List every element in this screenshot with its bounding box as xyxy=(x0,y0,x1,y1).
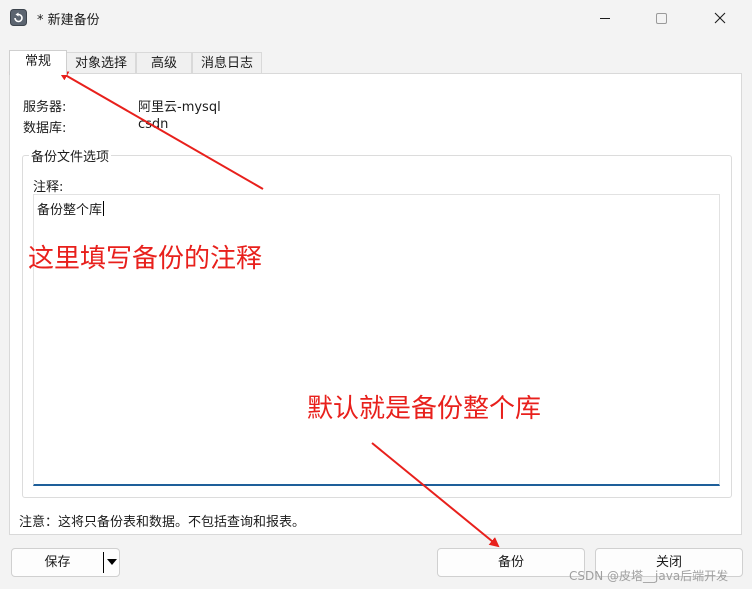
close-icon xyxy=(714,12,726,24)
close-window-button[interactable] xyxy=(697,0,743,36)
minimize-button[interactable] xyxy=(582,0,628,36)
tab-bar: 常规 对象选择 高级 消息日志 xyxy=(0,50,752,75)
save-button[interactable]: 保存 xyxy=(11,548,120,577)
comment-text: 备份整个库 xyxy=(37,201,105,218)
database-label: 数据库: xyxy=(23,121,67,136)
split-divider xyxy=(103,552,104,573)
comment-label: 注释: xyxy=(33,180,64,195)
maximize-button[interactable] xyxy=(638,0,684,36)
window-title: * 新建备份 xyxy=(37,13,100,28)
server-value: 阿里云-mysql xyxy=(138,100,221,115)
database-value: csdn xyxy=(138,117,169,132)
save-button-label: 保存 xyxy=(44,555,71,570)
text-caret xyxy=(103,201,105,216)
server-label: 服务器: xyxy=(23,100,67,115)
default-hint-annotation: 默认就是备份整个库 xyxy=(307,394,542,424)
dropdown-arrow-icon[interactable] xyxy=(107,559,117,565)
watermark: CSDN @皮塔__java后端开发 xyxy=(569,569,729,583)
new-backup-window: * 新建备份 常规 对象选择 高级 消息日志 服务器: 阿里云-mysql 数据… xyxy=(0,0,752,589)
backup-app-icon xyxy=(10,9,27,26)
backup-button[interactable]: 备份 xyxy=(437,548,585,577)
tab-message-log[interactable]: 消息日志 xyxy=(192,52,262,74)
comment-hint-annotation: 这里填写备份的注释 xyxy=(28,244,263,274)
backup-file-options-title: 备份文件选项 xyxy=(29,146,112,165)
tab-advanced[interactable]: 高级 xyxy=(136,52,192,74)
backup-note: 注意：这将只备份表和数据。不包括查询和报表。 xyxy=(19,515,306,530)
tab-object-selection[interactable]: 对象选择 xyxy=(66,52,136,74)
maximize-icon xyxy=(656,13,667,24)
minimize-icon xyxy=(600,18,610,19)
title-bar: * 新建备份 xyxy=(0,0,752,36)
tab-general[interactable]: 常规 xyxy=(9,50,67,75)
